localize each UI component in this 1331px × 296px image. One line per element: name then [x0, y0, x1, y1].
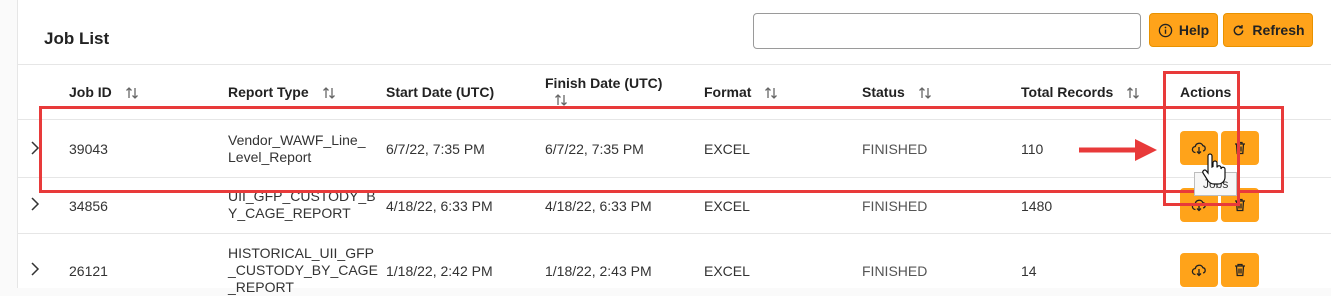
report-type-line: Y_CAGE_REPORT	[228, 205, 351, 221]
arrow-annotation-icon	[1079, 139, 1157, 161]
report-type-line: _CUSTODY_BY_CAGE	[228, 262, 378, 278]
cell-job-id: 34856	[69, 198, 108, 214]
column-label: Job ID	[69, 84, 112, 100]
column-header-total-records[interactable]: Total Records	[1021, 84, 1141, 101]
column-label: Report Type	[228, 84, 309, 100]
column-header-job-id[interactable]: Job ID	[69, 84, 140, 101]
column-header-status[interactable]: Status	[862, 84, 933, 101]
column-header-finish-date[interactable]: Finish Date (UTC)	[545, 75, 662, 108]
cell-status: FINISHED	[862, 263, 928, 279]
sort-arrows-icon[interactable]	[763, 85, 779, 101]
column-header-start-date: Start Date (UTC)	[386, 84, 494, 100]
refresh-button[interactable]: Refresh	[1223, 13, 1313, 47]
column-label: Status	[862, 84, 905, 100]
cell-start-date: 1/18/22, 2:42 PM	[386, 263, 493, 279]
column-header-report-type[interactable]: Report Type	[228, 84, 337, 101]
divider	[17, 64, 1331, 65]
hand-cursor-icon	[1202, 153, 1226, 185]
trash-icon	[1235, 263, 1245, 277]
report-type-line: _REPORT	[228, 279, 294, 295]
column-label: Finish Date (UTC)	[545, 75, 663, 91]
delete-button[interactable]	[1221, 253, 1259, 287]
cell-status: FINISHED	[862, 198, 928, 214]
help-button[interactable]: Help	[1149, 13, 1218, 47]
cell-total-records: 1480	[1021, 198, 1053, 214]
column-label: Format	[704, 84, 752, 100]
column-header-format[interactable]: Format	[704, 84, 779, 101]
sort-arrows-icon[interactable]	[321, 85, 337, 101]
sort-arrows-icon[interactable]	[124, 85, 140, 101]
sort-arrows-icon[interactable]	[917, 85, 933, 101]
download-button[interactable]	[1180, 253, 1218, 287]
sort-arrows-icon[interactable]	[1125, 85, 1141, 101]
report-type-line: HISTORICAL_UII_GFP	[228, 245, 375, 261]
cell-report-type: UII_GFP_CUSTODY_B Y_CAGE_REPORT	[228, 188, 376, 222]
info-icon	[1158, 23, 1173, 37]
help-label: Help	[1178, 22, 1210, 38]
cell-format: EXCEL	[704, 263, 750, 279]
search-input[interactable]	[753, 13, 1141, 49]
cloud-download-icon	[1191, 264, 1206, 277]
refresh-label: Refresh	[1252, 22, 1305, 38]
divider	[17, 233, 1331, 234]
chevron-right-icon[interactable]	[28, 197, 42, 211]
cell-report-type: HISTORICAL_UII_GFP _CUSTODY_BY_CAGE _REPOR…	[228, 245, 378, 296]
column-label: Total Records	[1021, 84, 1114, 100]
refresh-icon	[1234, 24, 1244, 35]
column-label: Start Date (UTC)	[386, 84, 495, 100]
cell-finish-date: 4/18/22, 6:33 PM	[545, 198, 652, 214]
cell-finish-date: 1/18/22, 2:43 PM	[545, 263, 652, 279]
cell-total-records: 14	[1021, 263, 1037, 279]
chevron-right-icon[interactable]	[28, 262, 42, 276]
cell-job-id: 26121	[69, 263, 108, 279]
cell-format: EXCEL	[704, 198, 750, 214]
cell-start-date: 4/18/22, 6:33 PM	[386, 198, 493, 214]
page-title: Job List	[44, 29, 110, 48]
